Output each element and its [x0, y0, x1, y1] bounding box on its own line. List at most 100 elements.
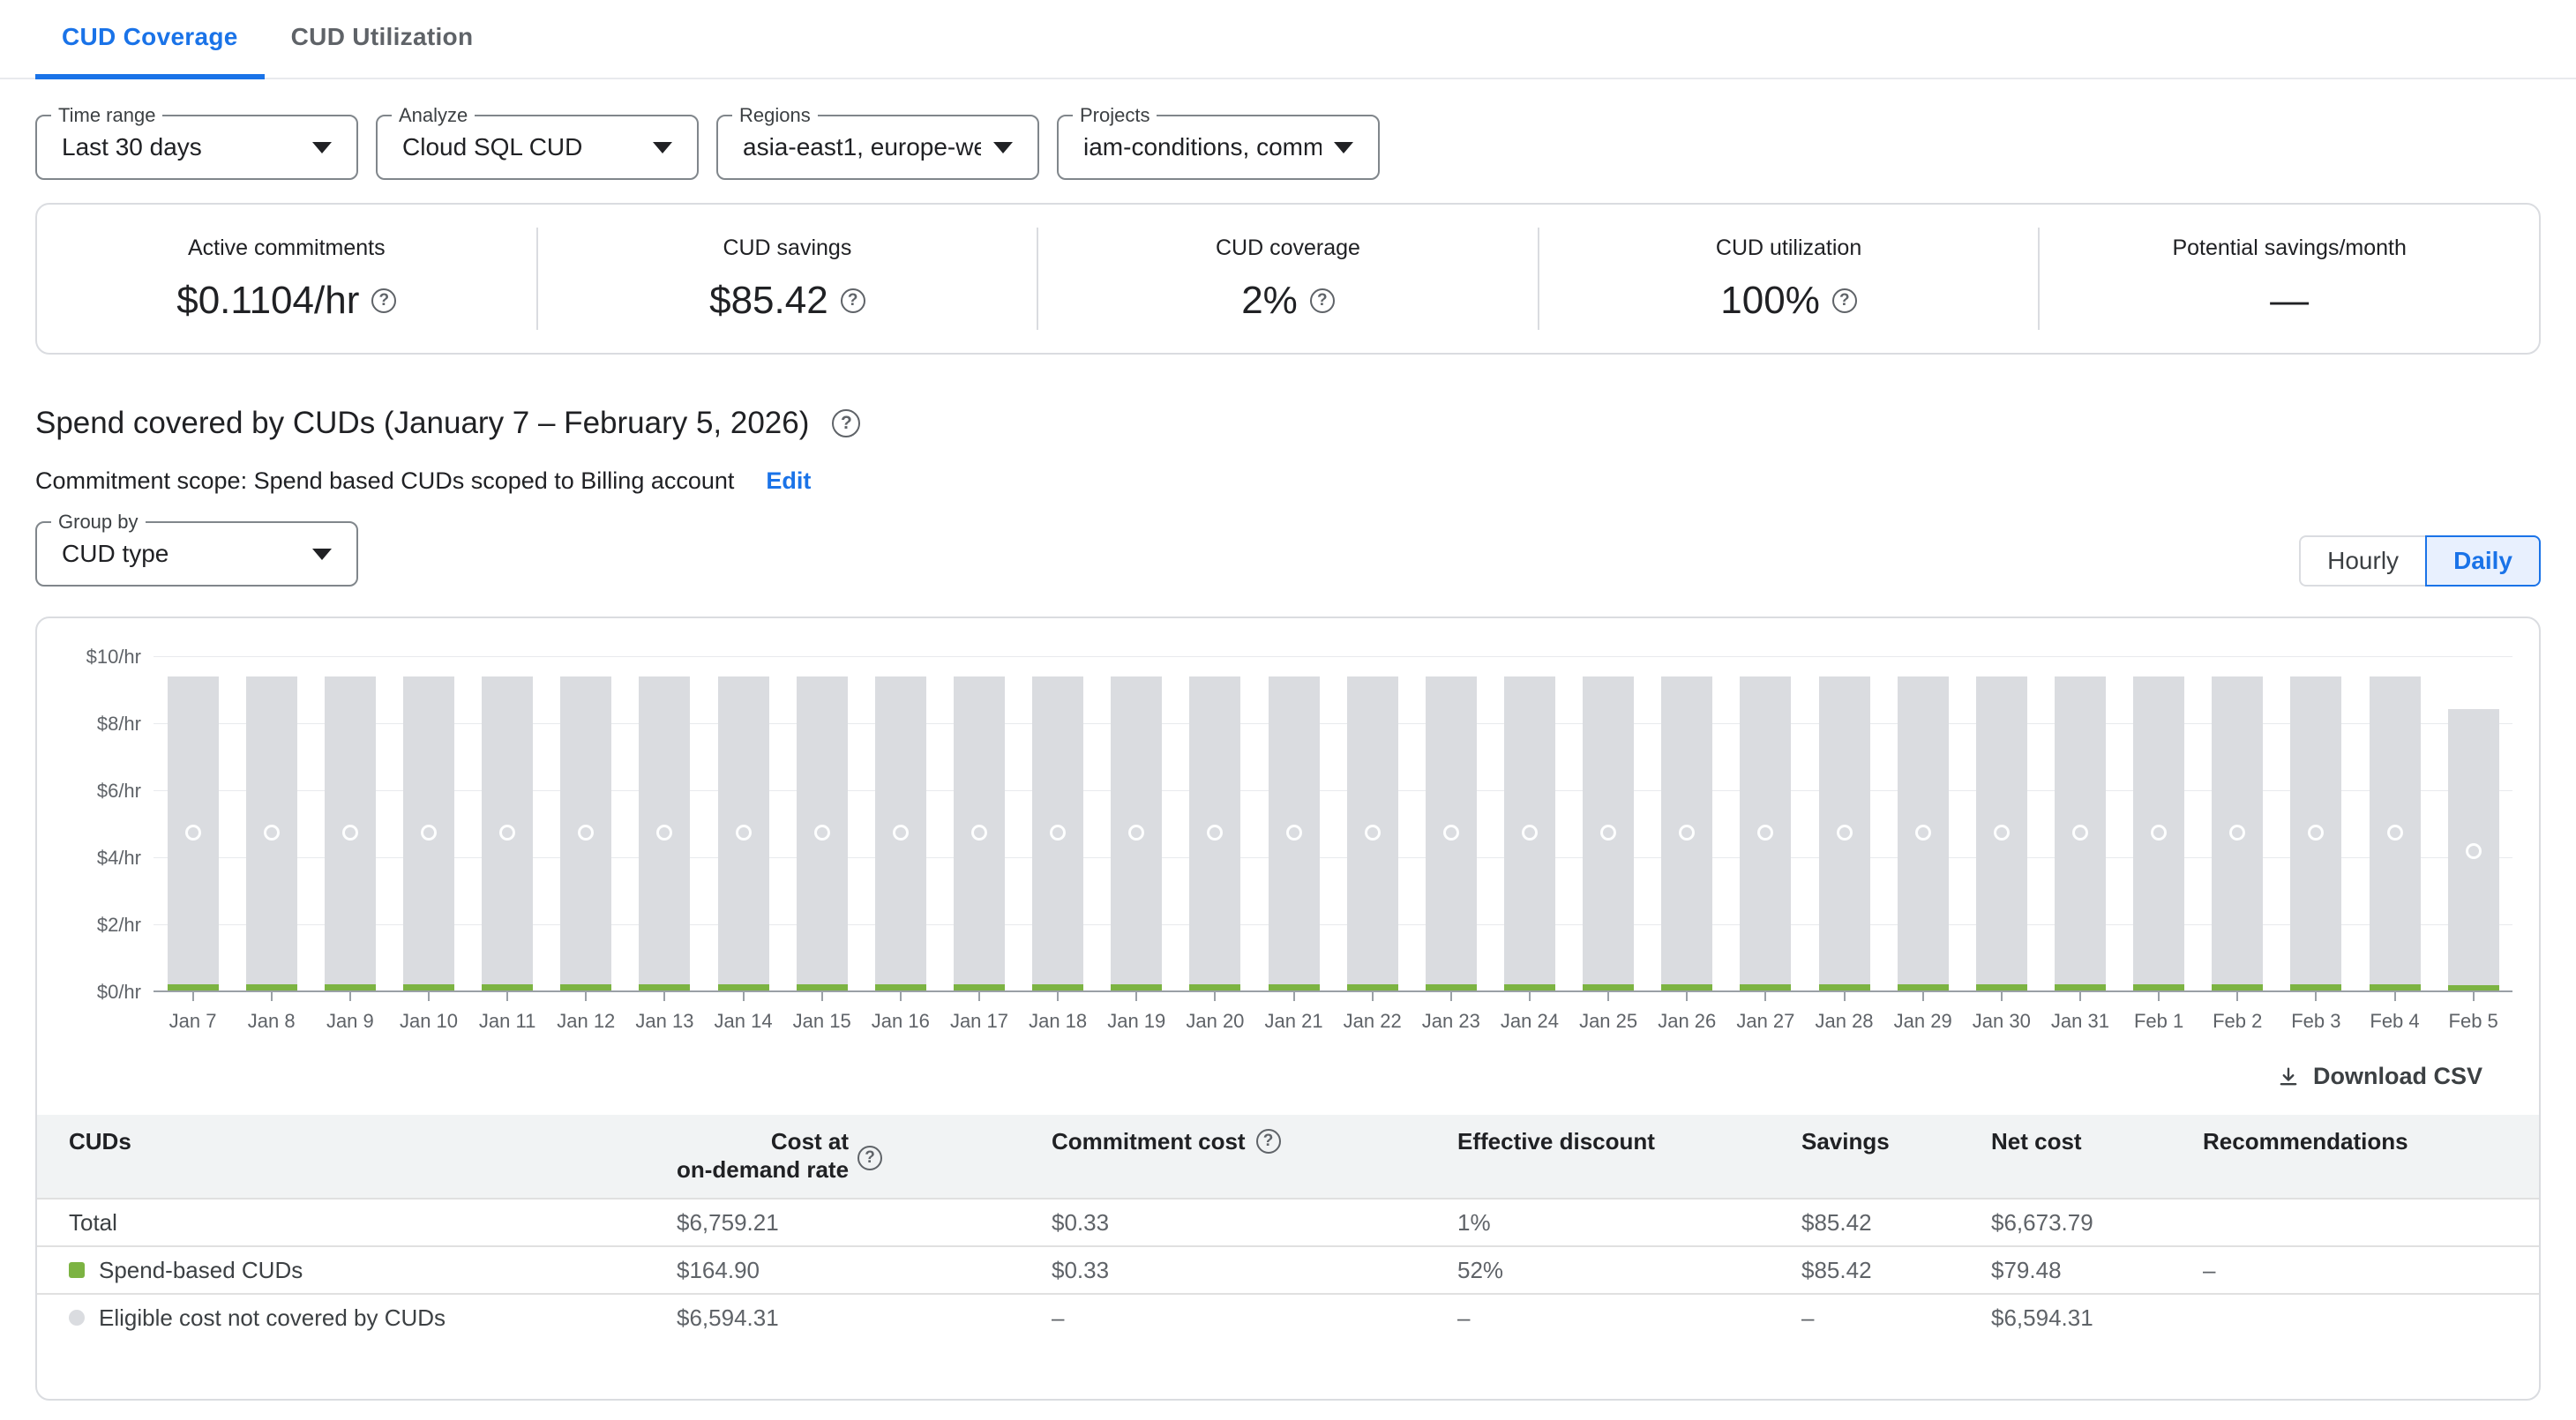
- chevron-down-icon: [653, 142, 672, 153]
- bar-jan-19[interactable]: [1097, 657, 1176, 992]
- bar-jan-27[interactable]: [1726, 657, 1805, 992]
- metric-potential-savings: Potential savings/month —: [2038, 228, 2539, 330]
- bar-jan-13[interactable]: [625, 657, 704, 992]
- x-tick-label: Jan 20: [1186, 1010, 1244, 1033]
- marker-ring-icon: [814, 825, 830, 841]
- marker-ring-icon: [893, 825, 909, 841]
- bar-jan-29[interactable]: [1883, 657, 1962, 992]
- bar-jan-25[interactable]: [1569, 657, 1648, 992]
- help-icon[interactable]: ?: [1832, 288, 1857, 313]
- bar-jan-9[interactable]: [311, 657, 389, 992]
- x-tick-mark: [743, 992, 745, 1001]
- x-axis-slot: Jan 14: [704, 992, 783, 1033]
- x-axis-slot: Jan 22: [1333, 992, 1412, 1033]
- bar-feb-5[interactable]: [2434, 657, 2512, 992]
- bar-jan-10[interactable]: [389, 657, 468, 992]
- projects-select[interactable]: Projects iam-conditions, commit…: [1057, 115, 1380, 180]
- bar-jan-8[interactable]: [232, 657, 311, 992]
- daily-button[interactable]: Daily: [2425, 535, 2541, 587]
- x-tick-label: Jan 15: [793, 1010, 851, 1033]
- metric-label: CUD savings: [723, 235, 851, 261]
- bar-jan-23[interactable]: [1412, 657, 1490, 992]
- x-axis-slot: Jan 17: [940, 992, 1018, 1033]
- download-csv-label: Download CSV: [2313, 1063, 2482, 1090]
- bar-jan-7[interactable]: [154, 657, 232, 992]
- x-tick-label: Jan 18: [1029, 1010, 1087, 1033]
- cell-net-cost: $79.48: [1991, 1257, 2203, 1284]
- x-tick-label: Feb 1: [2134, 1010, 2183, 1033]
- x-tick-mark: [1607, 992, 1609, 1001]
- bar-jan-28[interactable]: [1805, 657, 1883, 992]
- help-icon[interactable]: ?: [371, 288, 396, 313]
- help-icon[interactable]: ?: [1310, 288, 1335, 313]
- column-header-cost-line1: Cost at: [677, 1127, 849, 1155]
- x-axis-slot: Jan 24: [1490, 992, 1569, 1033]
- x-tick-mark: [1922, 992, 1924, 1001]
- marker-ring-icon: [1679, 825, 1695, 841]
- x-tick-mark: [1764, 992, 1766, 1001]
- analyze-label: Analyze: [392, 104, 475, 127]
- analyze-value: Cloud SQL CUD: [402, 133, 640, 161]
- x-tick-mark: [1844, 992, 1846, 1001]
- analyze-select[interactable]: Analyze Cloud SQL CUD: [376, 115, 699, 180]
- regions-select[interactable]: Regions asia-east1, europe-west…: [716, 115, 1039, 180]
- x-tick-mark: [1450, 992, 1452, 1001]
- metric-label: CUD utilization: [1716, 235, 1861, 261]
- regions-label: Regions: [732, 104, 818, 127]
- x-tick-label: Jan 24: [1501, 1010, 1559, 1033]
- group-by-select[interactable]: Group by CUD type: [35, 521, 358, 587]
- x-axis-slot: Feb 3: [2277, 992, 2355, 1033]
- x-tick-label: Jan 11: [479, 1010, 535, 1033]
- tab-cud-utilization[interactable]: CUD Utilization: [265, 0, 500, 79]
- help-icon[interactable]: ?: [1256, 1129, 1281, 1154]
- bar-jan-17[interactable]: [940, 657, 1018, 992]
- bar-jan-18[interactable]: [1019, 657, 1097, 992]
- stacked-bar: [246, 676, 297, 992]
- x-axis-slot: Feb 2: [2198, 992, 2277, 1033]
- x-axis-slot: Jan 12: [547, 992, 625, 1033]
- bar-jan-12[interactable]: [547, 657, 625, 992]
- x-tick-label: Jan 14: [715, 1010, 773, 1033]
- stacked-bar: [718, 676, 769, 992]
- bar-jan-21[interactable]: [1254, 657, 1333, 992]
- marker-ring-icon: [578, 825, 594, 841]
- x-axis-slot: Jan 23: [1412, 992, 1490, 1033]
- help-icon[interactable]: ?: [857, 1146, 882, 1170]
- bar-jan-24[interactable]: [1490, 657, 1569, 992]
- time-range-select[interactable]: Time range Last 30 days: [35, 115, 358, 180]
- help-icon[interactable]: ?: [841, 288, 865, 313]
- tab-cud-coverage[interactable]: CUD Coverage: [35, 0, 265, 79]
- bar-jan-30[interactable]: [1962, 657, 2041, 992]
- projects-value: iam-conditions, commit…: [1083, 133, 1322, 161]
- column-header-commitment: Commitment cost ?: [1052, 1127, 1457, 1155]
- bar-feb-1[interactable]: [2120, 657, 2198, 992]
- edit-scope-link[interactable]: Edit: [766, 467, 811, 495]
- projects-label: Projects: [1073, 104, 1157, 127]
- bar-jan-14[interactable]: [704, 657, 783, 992]
- chevron-down-icon: [1334, 142, 1353, 153]
- hourly-button[interactable]: Hourly: [2299, 535, 2425, 587]
- x-axis-slot: Feb 4: [2355, 992, 2434, 1033]
- bar-jan-22[interactable]: [1333, 657, 1412, 992]
- download-csv-button[interactable]: Download CSV: [2276, 1063, 2482, 1090]
- bar-jan-11[interactable]: [468, 657, 547, 992]
- stacked-bar: [1504, 676, 1555, 992]
- marker-ring-icon: [1207, 825, 1223, 841]
- marker-ring-icon: [2387, 825, 2403, 841]
- x-tick-label: Feb 2: [2213, 1010, 2262, 1033]
- bar-jan-15[interactable]: [783, 657, 861, 992]
- cell-net-cost: $6,673.79: [1991, 1209, 2203, 1237]
- bar-jan-16[interactable]: [861, 657, 940, 992]
- bar-feb-4[interactable]: [2355, 657, 2434, 992]
- row-label: Total: [37, 1209, 677, 1237]
- bar-jan-20[interactable]: [1176, 657, 1254, 992]
- bar-feb-2[interactable]: [2198, 657, 2277, 992]
- bar-feb-3[interactable]: [2277, 657, 2355, 992]
- help-icon[interactable]: ?: [832, 409, 860, 437]
- bar-jan-26[interactable]: [1648, 657, 1726, 992]
- bar-jan-31[interactable]: [2041, 657, 2119, 992]
- column-header-savings: Savings: [1801, 1127, 1991, 1155]
- stacked-bar: [1111, 676, 1162, 992]
- x-tick-mark: [1293, 992, 1295, 1001]
- table-row-eligible-not-covered: Eligible cost not covered by CUDs $6,594…: [37, 1293, 2539, 1341]
